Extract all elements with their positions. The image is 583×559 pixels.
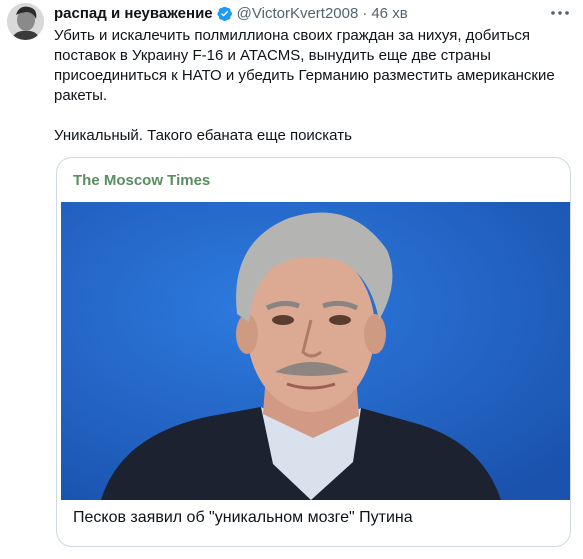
card-source: The Moscow Times bbox=[73, 171, 211, 189]
more-icon[interactable] bbox=[549, 6, 571, 20]
tweet-text: Убить и искалечить полмиллиона своих гра… bbox=[54, 26, 576, 146]
card-image[interactable] bbox=[61, 202, 570, 500]
tweet-text-line: ракеты. bbox=[54, 87, 108, 104]
card-source-bar: The Moscow Times bbox=[57, 158, 570, 202]
portrait-photo bbox=[61, 202, 570, 500]
author-handle[interactable]: @VictorKvert2008 bbox=[237, 5, 359, 22]
separator-dot: · bbox=[362, 4, 368, 22]
tweet-text-line: присоединиться к НАТО и убедить Германию… bbox=[54, 67, 555, 84]
tweet-text-line: поставок в Украину F-16 и ATACMS, вынуди… bbox=[54, 47, 491, 64]
display-name[interactable]: распад и неуважение bbox=[54, 5, 213, 22]
link-card[interactable]: The Moscow Times Песков заявил об "уника… bbox=[56, 157, 571, 547]
tweet-header: распад и неуважение @VictorKvert2008 · 4… bbox=[54, 3, 408, 23]
card-title[interactable]: Песков заявил об "уникальном мозге" Пути… bbox=[73, 509, 413, 527]
tweet-text-line: Убить и искалечить полмиллиона своих гра… bbox=[54, 27, 531, 44]
verified-icon bbox=[217, 6, 232, 21]
avatar[interactable] bbox=[7, 3, 44, 40]
tweet[interactable]: распад и неуважение @VictorKvert2008 · 4… bbox=[0, 0, 583, 559]
avatar-image bbox=[7, 3, 44, 40]
timestamp[interactable]: 46 хв bbox=[371, 5, 407, 22]
tweet-text-line: Уникальный. Такого ебаната еще поискать bbox=[54, 127, 352, 144]
